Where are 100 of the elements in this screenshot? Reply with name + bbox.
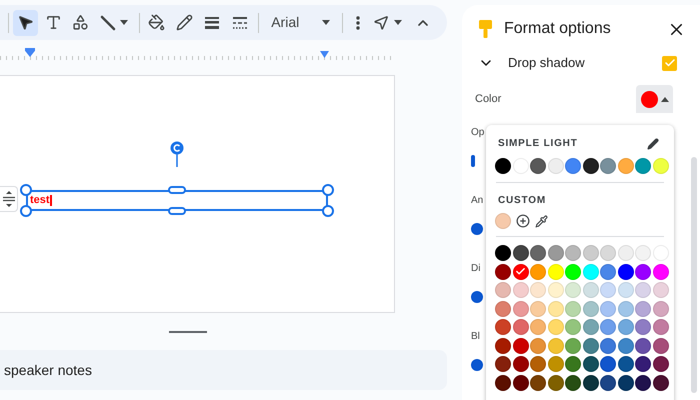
color-swatch[interactable]: [582, 264, 598, 280]
color-swatch[interactable]: [618, 245, 634, 261]
resize-handle[interactable]: [168, 207, 186, 215]
color-swatch[interactable]: [512, 282, 528, 298]
color-swatch[interactable]: [530, 264, 546, 280]
color-swatch[interactable]: [530, 356, 546, 372]
color-swatch[interactable]: [600, 374, 616, 390]
color-swatch[interactable]: [565, 282, 581, 298]
slider-thumb[interactable]: [471, 155, 475, 167]
color-swatch[interactable]: [548, 300, 564, 316]
scrollbar-thumb[interactable]: [691, 157, 697, 393]
color-swatch[interactable]: [565, 374, 581, 390]
tool-button[interactable]: [12, 10, 38, 36]
color-swatch[interactable]: [635, 319, 651, 335]
color-swatch[interactable]: [495, 338, 511, 354]
color-swatch[interactable]: [548, 158, 564, 174]
color-swatch[interactable]: [652, 356, 668, 372]
resize-handle[interactable]: [168, 186, 186, 194]
color-swatch[interactable]: [635, 300, 651, 316]
font-dropdown[interactable]: Arial: [263, 10, 338, 36]
color-swatch[interactable]: [582, 374, 598, 390]
color-swatch[interactable]: [652, 264, 668, 280]
drop-shadow-checkbox[interactable]: [662, 56, 677, 70]
color-swatch[interactable]: [565, 338, 581, 354]
color-swatch[interactable]: [652, 338, 668, 354]
color-swatch[interactable]: [495, 158, 511, 174]
color-picker-button[interactable]: [636, 85, 673, 113]
color-swatch[interactable]: [582, 158, 598, 174]
color-swatch[interactable]: [652, 245, 668, 261]
color-swatch[interactable]: [618, 158, 634, 174]
color-swatch[interactable]: [512, 300, 528, 316]
color-swatch[interactable]: [530, 338, 546, 354]
color-swatch[interactable]: [618, 356, 634, 372]
color-swatch[interactable]: [512, 356, 528, 372]
color-swatch[interactable]: [635, 338, 651, 354]
color-swatch[interactable]: [530, 282, 546, 298]
color-swatch[interactable]: [512, 319, 528, 335]
color-swatch[interactable]: [548, 319, 564, 335]
indent-marker[interactable]: [25, 48, 35, 57]
color-swatch[interactable]: [582, 300, 598, 316]
color-swatch[interactable]: [512, 338, 528, 354]
rotate-handle[interactable]: [170, 141, 184, 167]
color-swatch[interactable]: [548, 356, 564, 372]
color-swatch[interactable]: [618, 374, 634, 390]
color-swatch[interactable]: [548, 264, 564, 280]
color-swatch[interactable]: [635, 282, 651, 298]
align-handle[interactable]: [0, 186, 18, 212]
color-swatch[interactable]: [618, 300, 634, 316]
color-swatch[interactable]: [495, 300, 511, 316]
color-swatch[interactable]: [582, 319, 598, 335]
color-swatch[interactable]: [495, 356, 511, 372]
color-swatch[interactable]: [618, 264, 634, 280]
color-swatch[interactable]: [548, 338, 564, 354]
eyedropper-button[interactable]: [535, 214, 548, 228]
resize-handle[interactable]: [20, 184, 32, 196]
color-swatch[interactable]: [495, 374, 511, 390]
resize-handle[interactable]: [322, 184, 334, 196]
color-swatch[interactable]: [600, 356, 616, 372]
color-swatch[interactable]: [530, 245, 546, 261]
color-swatch[interactable]: [635, 245, 651, 261]
color-swatch[interactable]: [548, 245, 564, 261]
color-swatch[interactable]: [530, 300, 546, 316]
color-swatch[interactable]: [652, 158, 668, 174]
color-swatch[interactable]: [548, 374, 564, 390]
color-swatch[interactable]: [600, 300, 616, 316]
color-swatch[interactable]: [512, 374, 528, 390]
color-swatch[interactable]: [635, 158, 651, 174]
color-swatch[interactable]: [495, 245, 511, 261]
color-swatch[interactable]: [582, 245, 598, 261]
color-swatch[interactable]: [495, 319, 511, 335]
color-swatch[interactable]: [652, 282, 668, 298]
color-swatch[interactable]: [600, 282, 616, 298]
color-swatch[interactable]: [565, 300, 581, 316]
color-swatch[interactable]: [618, 319, 634, 335]
edit-theme-button[interactable]: [647, 138, 659, 150]
color-swatch[interactable]: [548, 282, 564, 298]
color-swatch[interactable]: [618, 338, 634, 354]
color-swatch[interactable]: [512, 158, 528, 174]
color-swatch[interactable]: [495, 282, 511, 298]
add-color-button[interactable]: [516, 214, 530, 228]
color-swatch[interactable]: [600, 319, 616, 335]
color-swatch[interactable]: [582, 356, 598, 372]
color-swatch[interactable]: [512, 245, 528, 261]
color-swatch[interactable]: [565, 356, 581, 372]
color-swatch[interactable]: [600, 245, 616, 261]
color-swatch[interactable]: [600, 158, 616, 174]
slider-thumb[interactable]: [471, 223, 483, 235]
color-swatch[interactable]: [565, 245, 581, 261]
color-swatch[interactable]: [565, 158, 581, 174]
color-swatch[interactable]: [582, 338, 598, 354]
color-swatch[interactable]: [635, 374, 651, 390]
slider-thumb[interactable]: [471, 359, 483, 371]
indent-marker[interactable]: [320, 51, 329, 58]
color-swatch[interactable]: [635, 264, 651, 280]
resize-handle[interactable]: [20, 205, 32, 217]
color-swatch[interactable]: [635, 356, 651, 372]
color-swatch[interactable]: [582, 282, 598, 298]
color-swatch[interactable]: [495, 264, 511, 280]
color-swatch[interactable]: [652, 319, 668, 335]
color-swatch[interactable]: [565, 319, 581, 335]
